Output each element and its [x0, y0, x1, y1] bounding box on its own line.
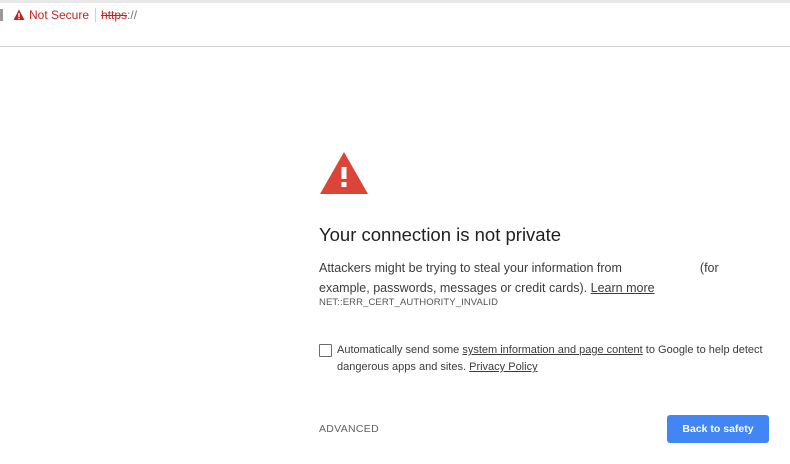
- omnibox-separator: [95, 8, 97, 22]
- tab-strip-edge: [0, 0, 790, 3]
- address-bar: Not Secure https ://: [0, 0, 790, 47]
- url-scheme[interactable]: https: [101, 8, 127, 22]
- privacy-policy-link[interactable]: Privacy Policy: [469, 361, 537, 373]
- send-report-checkbox[interactable]: [319, 344, 332, 357]
- omnibox[interactable]: Not Secure https ://: [0, 5, 790, 25]
- url-text[interactable]: ://: [127, 8, 137, 22]
- explanation-text-part1: Attackers might be trying to steal your …: [319, 261, 622, 275]
- omnibox-edge: [0, 9, 3, 21]
- page-title: Your connection is not private: [319, 224, 562, 245]
- send-report-label: Automatically send some system informati…: [337, 342, 767, 376]
- not-secure-warning-icon[interactable]: [13, 9, 25, 21]
- security-status-label[interactable]: Not Secure: [29, 8, 89, 22]
- error-code[interactable]: NET::ERR_CERT_AUTHORITY_INVALID: [319, 297, 498, 308]
- warning-triangle-icon: [320, 152, 368, 194]
- advanced-button[interactable]: ADVANCED: [319, 423, 379, 435]
- learn-more-link[interactable]: Learn more: [591, 281, 655, 295]
- send-report-text-before: Automatically send some: [337, 344, 460, 356]
- explanation-paragraph: Attackers might be trying to steal your …: [319, 258, 769, 298]
- back-to-safety-button[interactable]: Back to safety: [667, 415, 769, 443]
- browser-window: Not Secure https :// Your connection is …: [0, 0, 790, 464]
- system-information-link[interactable]: system information and page content: [462, 344, 642, 356]
